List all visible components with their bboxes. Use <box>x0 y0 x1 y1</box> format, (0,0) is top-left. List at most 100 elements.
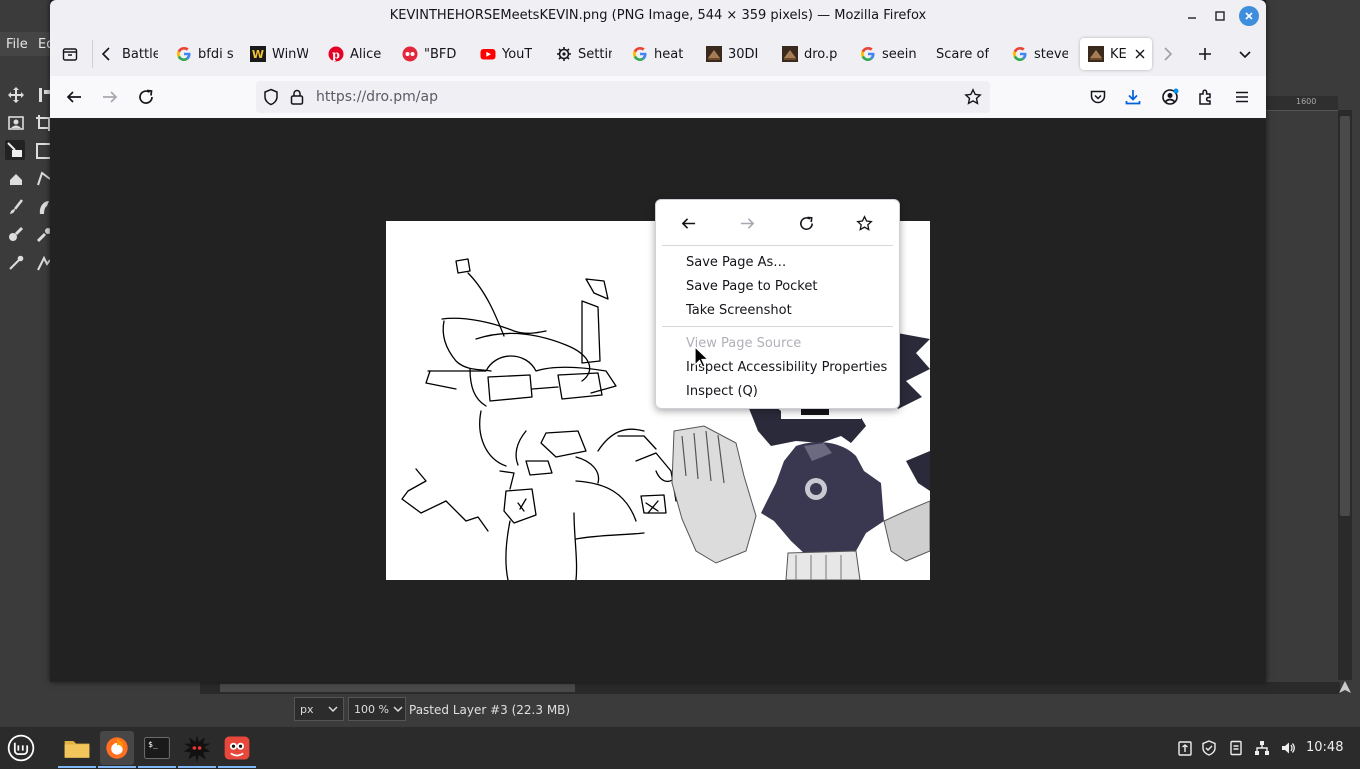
shield-tray-icon[interactable] <box>1200 739 1218 757</box>
tab-settings[interactable]: Settin <box>556 38 612 70</box>
arrow-right-icon <box>740 217 754 229</box>
tab-steve[interactable]: steve <box>1012 38 1068 70</box>
taskbar: $_ 10:48 <box>0 726 1360 769</box>
context-forward-button[interactable] <box>731 210 763 236</box>
gimp-vertical-scrollbar[interactable] <box>1338 110 1352 680</box>
terminal-app-button[interactable]: $_ <box>140 731 174 765</box>
downloads-button[interactable] <box>1118 82 1148 112</box>
tab-youtube[interactable]: YouT <box>480 38 536 70</box>
unit-select[interactable]: px <box>294 697 344 721</box>
reload-button[interactable] <box>131 82 161 112</box>
inspect-item[interactable]: Inspect (Q) <box>686 384 758 399</box>
context-bookmark-button[interactable] <box>848 210 880 236</box>
tab-label: heat <box>654 46 684 62</box>
tab-bfdi[interactable]: bfdi s <box>176 38 234 70</box>
scroll-tabs-right-button[interactable] <box>1156 40 1178 68</box>
clock[interactable]: 10:48 <box>1306 740 1343 755</box>
svg-text:$_: $_ <box>148 740 158 749</box>
bucket-tool-icon[interactable] <box>6 169 26 189</box>
maximize-button[interactable] <box>1210 6 1230 26</box>
context-reload-button[interactable] <box>790 210 822 236</box>
nav-toolbar: https://dro.pm/ap <box>50 76 1266 119</box>
tab-label: Battle <box>122 46 158 62</box>
tab-winw[interactable]: W WinW <box>250 38 308 70</box>
pocket-icon <box>1090 90 1106 104</box>
save-page-to-pocket-item[interactable]: Save Page to Pocket <box>686 279 817 294</box>
tab-30di[interactable]: 30DI <box>706 38 762 70</box>
close-button[interactable] <box>1239 6 1259 26</box>
tab-scare-of[interactable]: Scare of <box>936 38 992 70</box>
list-all-tabs-button[interactable] <box>1231 40 1259 68</box>
scroll-thumb[interactable] <box>220 684 575 692</box>
shield-icon[interactable] <box>262 88 280 106</box>
scroll-thumb[interactable] <box>1340 116 1350 516</box>
lock-icon[interactable] <box>288 88 306 106</box>
gimp-menubar: File Ed <box>0 32 54 56</box>
url-bar[interactable]: https://dro.pm/ap <box>256 81 990 113</box>
firefox-view-button[interactable] <box>56 40 84 68</box>
url-text: https://dro.pm/ap <box>316 89 438 105</box>
extensions-button[interactable] <box>1191 82 1221 112</box>
transform-tool-icon[interactable] <box>5 140 25 160</box>
firefox-app-button[interactable] <box>100 731 134 765</box>
chevron-down-icon <box>328 706 338 713</box>
tab-label: seein <box>882 46 916 62</box>
minimize-button[interactable] <box>1182 6 1202 26</box>
notes-tray-icon[interactable] <box>1227 739 1245 757</box>
back-button[interactable] <box>59 82 89 112</box>
tab-label: YouT <box>502 46 533 62</box>
tab-dro[interactable]: dro.p <box>782 38 840 70</box>
save-page-as-item[interactable]: Save Page As… <box>686 255 786 270</box>
dro-icon <box>782 46 798 62</box>
tab-battle[interactable]: Battle <box>122 38 158 70</box>
tab-bfd[interactable]: "BFD <box>402 38 458 70</box>
bookmark-star-icon[interactable] <box>964 88 982 106</box>
mint-logo-icon <box>7 734 35 762</box>
files-app-button[interactable] <box>60 731 94 765</box>
firefox-icon <box>106 737 128 759</box>
context-back-button[interactable] <box>672 210 704 236</box>
tab-label: WinW <box>272 46 308 62</box>
chevron-down-icon <box>1239 51 1251 59</box>
folder-icon <box>64 740 90 758</box>
menu-button[interactable] <box>1227 82 1257 112</box>
image-tool-icon[interactable] <box>6 113 26 133</box>
tab-seein[interactable]: seein <box>860 38 916 70</box>
spiky-app-button[interactable] <box>180 731 214 765</box>
tab-alice[interactable]: p Alice <box>328 38 382 70</box>
tab-label: Alice <box>350 46 382 62</box>
tab-current[interactable]: KE <box>1080 38 1152 70</box>
account-button[interactable] <box>1155 82 1185 112</box>
gimp-app-button[interactable] <box>220 731 254 765</box>
tab-heat[interactable]: heat <box>632 38 686 70</box>
heal-tool-icon[interactable] <box>6 225 26 245</box>
reload-icon <box>139 89 153 104</box>
scroll-tabs-left-button[interactable] <box>96 40 118 68</box>
tab-label: Scare of <box>936 46 990 62</box>
network-tray-icon[interactable] <box>1253 739 1271 757</box>
window-title: KEVINTHEHORSEMeetsKEVIN.png (PNG Image, … <box>389 8 927 23</box>
tab-close-icon[interactable] <box>1134 48 1146 60</box>
mint-menu-button[interactable] <box>4 731 38 765</box>
inspect-accessibility-item[interactable]: Inspect Accessibility Properties <box>686 360 887 375</box>
move-tool-icon[interactable] <box>6 85 26 105</box>
clipboard-tray-icon[interactable] <box>1176 739 1194 757</box>
gimp-horizontal-scrollbar[interactable] <box>200 682 1340 694</box>
title-bar[interactable]: KEVINTHEHORSEMeetsKEVIN.png (PNG Image, … <box>50 0 1266 32</box>
take-screenshot-item[interactable]: Take Screenshot <box>686 303 792 318</box>
tab-label: 30DI <box>728 46 759 62</box>
zoom-select[interactable]: 100 % <box>348 697 406 721</box>
new-tab-button[interactable] <box>1191 40 1219 68</box>
tab-separator <box>92 40 93 68</box>
forward-button[interactable] <box>95 82 125 112</box>
volume-tray-icon[interactable] <box>1279 739 1297 757</box>
pocket-button[interactable] <box>1083 82 1113 112</box>
tab-bar: Battle bfdi s W WinW p Alice "BFD YouT S… <box>50 32 1266 76</box>
gimp-menu-file[interactable]: File <box>6 37 28 52</box>
navigate-icon[interactable] <box>1338 680 1352 694</box>
tab-label: "BFD <box>424 46 457 62</box>
brush-tool-icon[interactable] <box>6 197 26 217</box>
color-picker-tool-icon[interactable] <box>6 253 26 273</box>
maximize-icon <box>1215 11 1225 21</box>
chevron-down-icon <box>393 706 403 713</box>
